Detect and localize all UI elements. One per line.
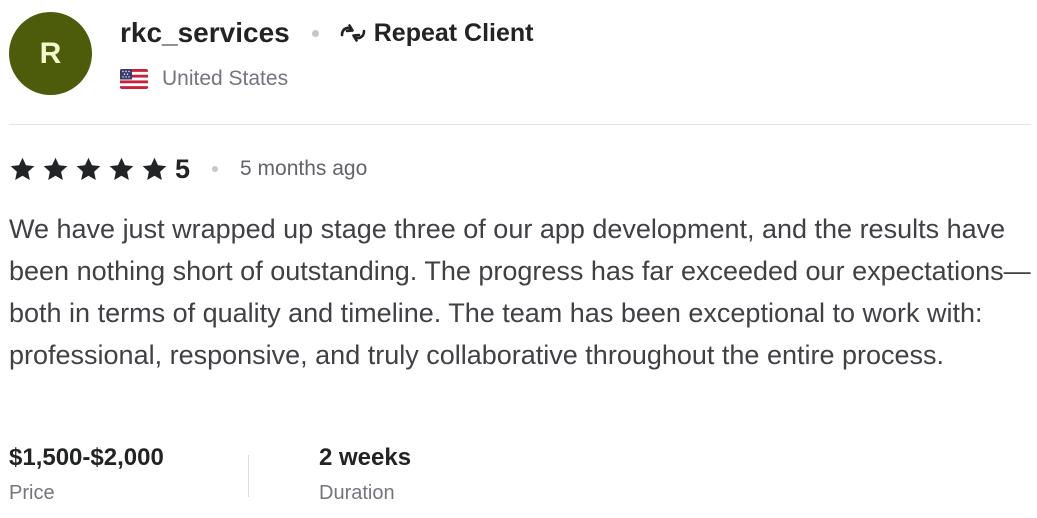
price-value: $1,500-$2,000 <box>9 444 164 471</box>
rating-value: 5 <box>175 153 191 184</box>
separator-dot <box>311 29 319 37</box>
price-info: $1,500-$2,000 Price <box>9 442 239 507</box>
avatar-initial: R <box>39 36 62 70</box>
meta-divider <box>248 455 249 497</box>
country-name: United States <box>162 67 289 90</box>
repeat-icon <box>339 22 367 44</box>
divider <box>9 124 1031 125</box>
separator-dot <box>212 166 219 172</box>
review-time-ago: 5 months ago <box>240 157 368 180</box>
star-icon <box>10 157 35 180</box>
rating-row: 5 5 months ago <box>9 150 367 188</box>
duration-value: 2 weeks <box>319 444 412 471</box>
star-icon <box>109 157 134 180</box>
review-text: We have just wrapped up stage three of o… <box>9 214 1031 370</box>
us-flag-icon <box>120 69 148 89</box>
repeat-client-badge: Repeat Client <box>373 18 534 47</box>
price-label: Price <box>9 482 55 504</box>
duration-label: Duration <box>319 482 395 504</box>
duration-info: 2 weeks Duration <box>319 442 579 507</box>
reviewer-username[interactable]: rkc_services <box>120 17 290 49</box>
star-icon <box>76 157 101 180</box>
avatar[interactable]: R <box>9 12 92 95</box>
star-rating <box>9 156 174 183</box>
star-icon <box>142 157 167 180</box>
reviewer-country: United States <box>120 64 288 94</box>
reviewer-header: rkc_services Repeat Client <box>120 14 534 52</box>
star-icon <box>43 157 68 180</box>
